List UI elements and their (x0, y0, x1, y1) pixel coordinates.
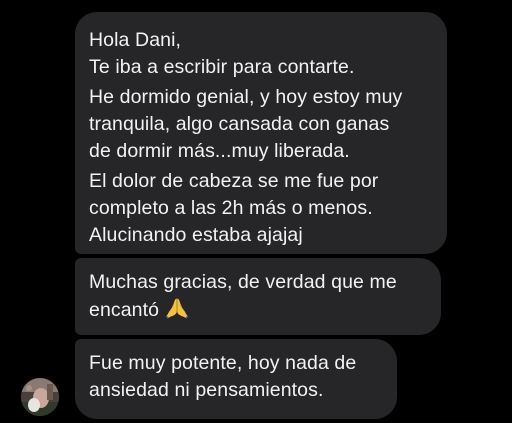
message-line: He dormido genial, y hoy estoy muy (89, 86, 403, 108)
chat-thread: Hola Dani, Te iba a escribir para contar… (0, 0, 512, 423)
message-line: ansiedad ni pensamientos. (89, 379, 324, 401)
message-line: El dolor de cabeza se me fue por (89, 170, 379, 192)
message-line: Muchas gracias, de verdad que me (89, 271, 397, 293)
message-line: Te iba a escribir para contarte. (89, 56, 355, 78)
message-text: encantó (89, 299, 160, 321)
message-line-with-emoji: encantó (89, 296, 427, 324)
message-line: Alucinando estaba ajajaj (89, 224, 303, 246)
folded-hands-icon (165, 296, 189, 320)
message-bubble-1[interactable]: Hola Dani, Te iba a escribir para contar… (75, 12, 447, 254)
message-line: tranquila, algo cansada con ganas (89, 113, 390, 135)
message-line: Hola Dani, (89, 29, 182, 51)
message-line: de dormir más...muy liberada. (89, 140, 350, 162)
message-bubble-3[interactable]: Fue muy potente, hoy nada de ansiedad ni… (75, 339, 397, 419)
message-line: Fue muy potente, hoy nada de (89, 352, 357, 374)
avatar-photo (21, 378, 59, 416)
message-bubble-2[interactable]: Muchas gracias, de verdad que me encantó (75, 258, 441, 335)
avatar[interactable] (21, 378, 59, 416)
message-line: completo a las 2h más o menos. (89, 197, 373, 219)
